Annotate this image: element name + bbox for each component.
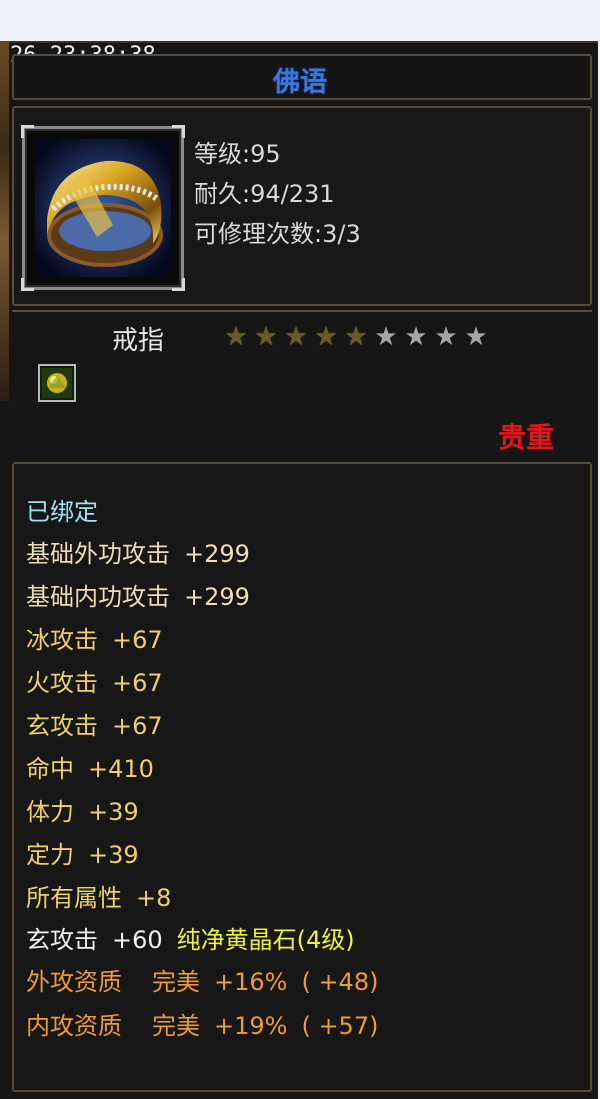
star-filled-icon: ★ — [254, 322, 278, 352]
attribute-line: 基础外功攻击 +299 — [26, 534, 250, 569]
star-empty-icon: ★ — [404, 322, 428, 352]
attribute-name: 所有属性 — [26, 884, 122, 912]
attribute-line: 冰攻击 +67 — [26, 620, 163, 655]
aptitude-bonus: ( +48) — [301, 968, 379, 996]
attribute-name: 定力 — [26, 841, 74, 869]
attribute-name: 基础外功攻击 — [26, 540, 170, 568]
aptitude-name: 内攻资质 — [26, 1012, 122, 1040]
aptitude-bonus: ( +57) — [301, 1012, 379, 1040]
aptitude-name: 外攻资质 — [26, 968, 122, 996]
gem-name: 纯净黄晶石(4级) — [176, 926, 355, 954]
attribute-line: 玄攻击 +67 — [26, 706, 163, 741]
star-filled-icon: ★ — [224, 322, 248, 352]
attribute-value: +299 — [184, 540, 250, 568]
item-repairs: 可修理次数:3/3 — [194, 220, 361, 248]
attribute-value: +67 — [112, 626, 163, 654]
star-filled-icon: ★ — [344, 322, 368, 352]
item-type: 戒指 — [112, 326, 165, 356]
bound-status: 已绑定 — [26, 498, 98, 526]
quality-label: 贵重 — [498, 421, 555, 454]
divider — [12, 310, 592, 312]
attribute-value: +67 — [112, 712, 163, 740]
attribute-name: 火攻击 — [26, 669, 98, 697]
attribute-value: +410 — [88, 755, 154, 783]
ring-icon — [35, 139, 171, 277]
gem-attr-name: 玄攻击 — [26, 926, 98, 954]
attribute-line: 基础内功攻击 +299 — [26, 577, 250, 612]
star-empty-icon: ★ — [374, 322, 398, 352]
aptitude-grade: 完美 — [152, 1012, 200, 1040]
attribute-name: 冰攻击 — [26, 626, 98, 654]
attribute-value: +39 — [88, 841, 139, 869]
attribute-line: 体力 +39 — [26, 792, 139, 827]
gem-attribute-line: 玄攻击 +60 纯净黄晶石(4级) — [26, 920, 355, 955]
item-level: 等级:95 — [194, 140, 281, 168]
attribute-name: 基础内功攻击 — [26, 583, 170, 611]
attribute-name: 体力 — [26, 798, 74, 826]
item-icon-frame — [21, 125, 185, 291]
star-empty-icon: ★ — [434, 322, 458, 352]
aptitude-percent: +19% — [214, 1012, 288, 1040]
attribute-line: 定力 +39 — [26, 835, 139, 870]
gem-attr-value: +60 — [112, 926, 163, 954]
star-filled-icon: ★ — [284, 322, 308, 352]
attribute-value: +299 — [184, 583, 250, 611]
attribute-value: +67 — [112, 669, 163, 697]
attribute-name: 命中 — [26, 755, 74, 783]
item-name: 佛语 — [273, 67, 327, 98]
attribute-line: 命中 +410 — [26, 749, 154, 784]
aptitude-percent: +16% — [214, 968, 288, 996]
attribute-line: 所有属性 +8 — [26, 878, 171, 913]
aptitude-grade: 完美 — [152, 968, 200, 996]
gem-socket-icon — [38, 364, 76, 402]
star-rating: ★ ★ ★ ★ ★ ★ ★ ★ ★ — [222, 324, 490, 350]
aptitude-line: 内攻资质 完美 +19% ( +57) — [26, 1006, 378, 1041]
aptitude-line: 外攻资质 完美 +16% ( +48) — [26, 962, 378, 997]
attribute-line: 火攻击 +67 — [26, 663, 163, 698]
attribute-name: 玄攻击 — [26, 712, 98, 740]
star-filled-icon: ★ — [314, 322, 338, 352]
star-empty-icon: ★ — [464, 322, 488, 352]
item-durability: 耐久:94/231 — [194, 180, 335, 208]
attribute-value: +8 — [136, 884, 172, 912]
attribute-value: +39 — [88, 798, 139, 826]
